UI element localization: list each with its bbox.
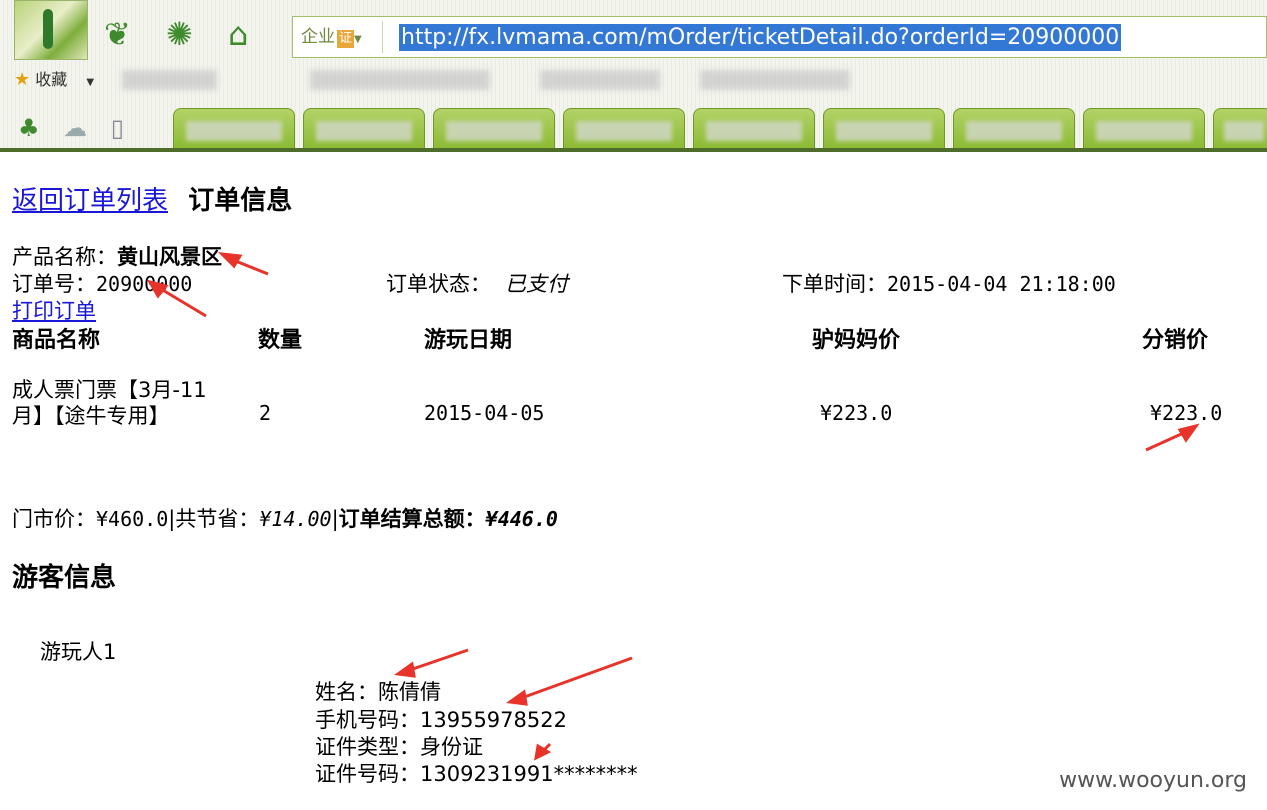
col-header-qty: 数量	[258, 328, 303, 353]
home-icon[interactable]: ⌂	[228, 14, 248, 54]
print-line: 打印订单	[12, 295, 96, 325]
header-line: 返回订单列表 订单信息	[12, 180, 292, 217]
clover-icon[interactable]: ♣	[18, 114, 40, 142]
browser-tab[interactable]	[953, 108, 1075, 148]
row-dist-price: ¥223.0	[1150, 401, 1223, 425]
blurred-bookmark[interactable]	[122, 70, 217, 90]
visitor-idtype-value: 身份证	[420, 735, 483, 759]
visitor-idtype-row: 证件类型：身份证	[315, 731, 483, 761]
dropdown-arrow-icon: ▼	[354, 34, 362, 45]
browser-tab[interactable]	[1213, 108, 1267, 148]
page-title: 订单信息	[188, 186, 293, 216]
visitor-section-title: 游客信息	[12, 563, 117, 593]
browser-tab[interactable]	[303, 108, 425, 148]
row-qty: 2	[259, 401, 272, 425]
arrow-head	[217, 252, 243, 269]
browser-tab[interactable]	[563, 108, 685, 148]
arrow-visitor-name	[403, 648, 469, 674]
product-label: 产品名称：	[12, 245, 117, 269]
saved-label: 共节省：	[175, 507, 260, 531]
watermark: www.wooyun.org	[1059, 768, 1247, 793]
browser-tab[interactable]	[693, 108, 815, 148]
cloud-icon[interactable]: ☁	[63, 114, 87, 142]
total-label: 订单结算总额：	[338, 507, 486, 531]
chrome-divider	[0, 148, 1267, 152]
leaf-icon[interactable]: ❦	[104, 14, 131, 54]
market-price-value: ¥460.0	[96, 507, 169, 531]
cert-icon: 证	[337, 30, 355, 48]
enterprise-cert-badge[interactable]: 企业证 ▼	[295, 21, 383, 53]
browser-tab[interactable]	[1083, 108, 1205, 148]
browser-tab[interactable]	[823, 108, 945, 148]
browser-tab[interactable]	[173, 108, 295, 148]
order-no-value: 20900000	[96, 272, 193, 296]
blurred-bookmark[interactable]	[540, 70, 660, 90]
arrow-dist-price	[1145, 428, 1191, 452]
total-value: ¥446.0	[485, 507, 558, 531]
visitor-person-label: 游玩人1	[40, 640, 117, 664]
arrow-visitor-phone	[515, 656, 633, 702]
visitor-phone-value: 13955978522	[420, 708, 567, 732]
col-header-dist-price: 分销价	[1142, 328, 1209, 353]
product-name: 黄山风景区	[117, 245, 222, 269]
order-status-value: 已支付	[505, 272, 568, 296]
visitor-idno-row: 证件号码：1309231991********	[315, 758, 638, 788]
visitor-phone-row: 手机号码：13955978522	[315, 704, 567, 734]
order-no-line: 订单号：20900000	[12, 268, 192, 298]
visitor-idno-label: 证件号码：	[315, 762, 420, 786]
phone-icon[interactable]: ▯	[111, 114, 124, 142]
enterprise-label: 企业	[301, 27, 335, 47]
saved-value: ¥14.00	[259, 507, 332, 531]
arrow-id-type	[538, 742, 552, 756]
row-lvmama-price: ¥223.0	[820, 401, 893, 425]
row-product-name-line2: 月】【途牛专用】	[12, 404, 170, 428]
price-summary: 门市价：¥460.0|共节省：¥14.00|订单结算总额：¥446.0	[12, 507, 558, 531]
address-bar[interactable]: 企业证 ▼ http://fx.lvmama.com/mOrder/ticketD…	[292, 16, 1267, 58]
tab-bar-icons: ♣ ☁ ▯	[18, 114, 124, 142]
order-time-value: 2015-04-04 21:18:00	[887, 272, 1116, 296]
row-date: 2015-04-05	[424, 401, 545, 425]
col-header-date: 游玩日期	[424, 328, 513, 353]
favorites-bar: ★ 收藏 ▼	[14, 66, 94, 96]
visitor-idno-value: 1309231991********	[420, 762, 638, 786]
visitor-phone-label: 手机号码：	[315, 708, 420, 732]
order-no-label: 订单号：	[12, 272, 96, 296]
tab-bar: ♣ ☁ ▯	[0, 104, 1267, 148]
order-time: 下单时间：2015-04-04 21:18:00	[782, 268, 1116, 298]
blurred-bookmark[interactable]	[700, 70, 850, 90]
order-time-label: 下单时间：	[782, 272, 887, 296]
flower-icon[interactable]: ✺	[166, 14, 193, 54]
visitor-name-value: 陈倩倩	[378, 680, 441, 704]
arrow-head	[534, 743, 552, 761]
col-header-product: 商品名称	[12, 328, 101, 353]
blurred-bookmark[interactable]	[310, 70, 490, 90]
visitor-name-row: 姓名：陈倩倩	[315, 676, 441, 706]
arrow-head	[1177, 423, 1200, 443]
order-status: 订单状态： 已支付	[386, 268, 568, 298]
arrow-head	[506, 689, 528, 706]
back-to-order-list-link[interactable]: 返回订单列表	[12, 186, 168, 216]
market-price-label: 门市价：	[12, 507, 96, 531]
browser-chrome: ❦ ✺ ⌂ 企业证 ▼ http://fx.lvmama.com/mOrder/t…	[0, 0, 1267, 152]
print-order-link[interactable]: 打印订单	[12, 299, 96, 323]
visitor-name-label: 姓名：	[315, 680, 378, 704]
col-header-lvmama-price: 驴妈妈价	[812, 328, 901, 353]
visitor-idtype-label: 证件类型：	[315, 735, 420, 759]
favorites-star-icon[interactable]: ★	[14, 69, 30, 90]
arrow-head	[394, 661, 416, 678]
order-status-label: 订单状态：	[386, 272, 491, 296]
browser-skin-thumbnail[interactable]	[14, 0, 88, 60]
favorites-button[interactable]: 收藏	[35, 70, 67, 89]
browser-tab[interactable]	[433, 108, 555, 148]
arrow-product-name	[227, 256, 269, 276]
url-text[interactable]: http://fx.lvmama.com/mOrder/ticketDetail…	[399, 24, 1122, 51]
favorites-dropdown-icon[interactable]: ▼	[86, 77, 94, 88]
product-line: 产品名称：黄山风景区	[12, 241, 222, 271]
